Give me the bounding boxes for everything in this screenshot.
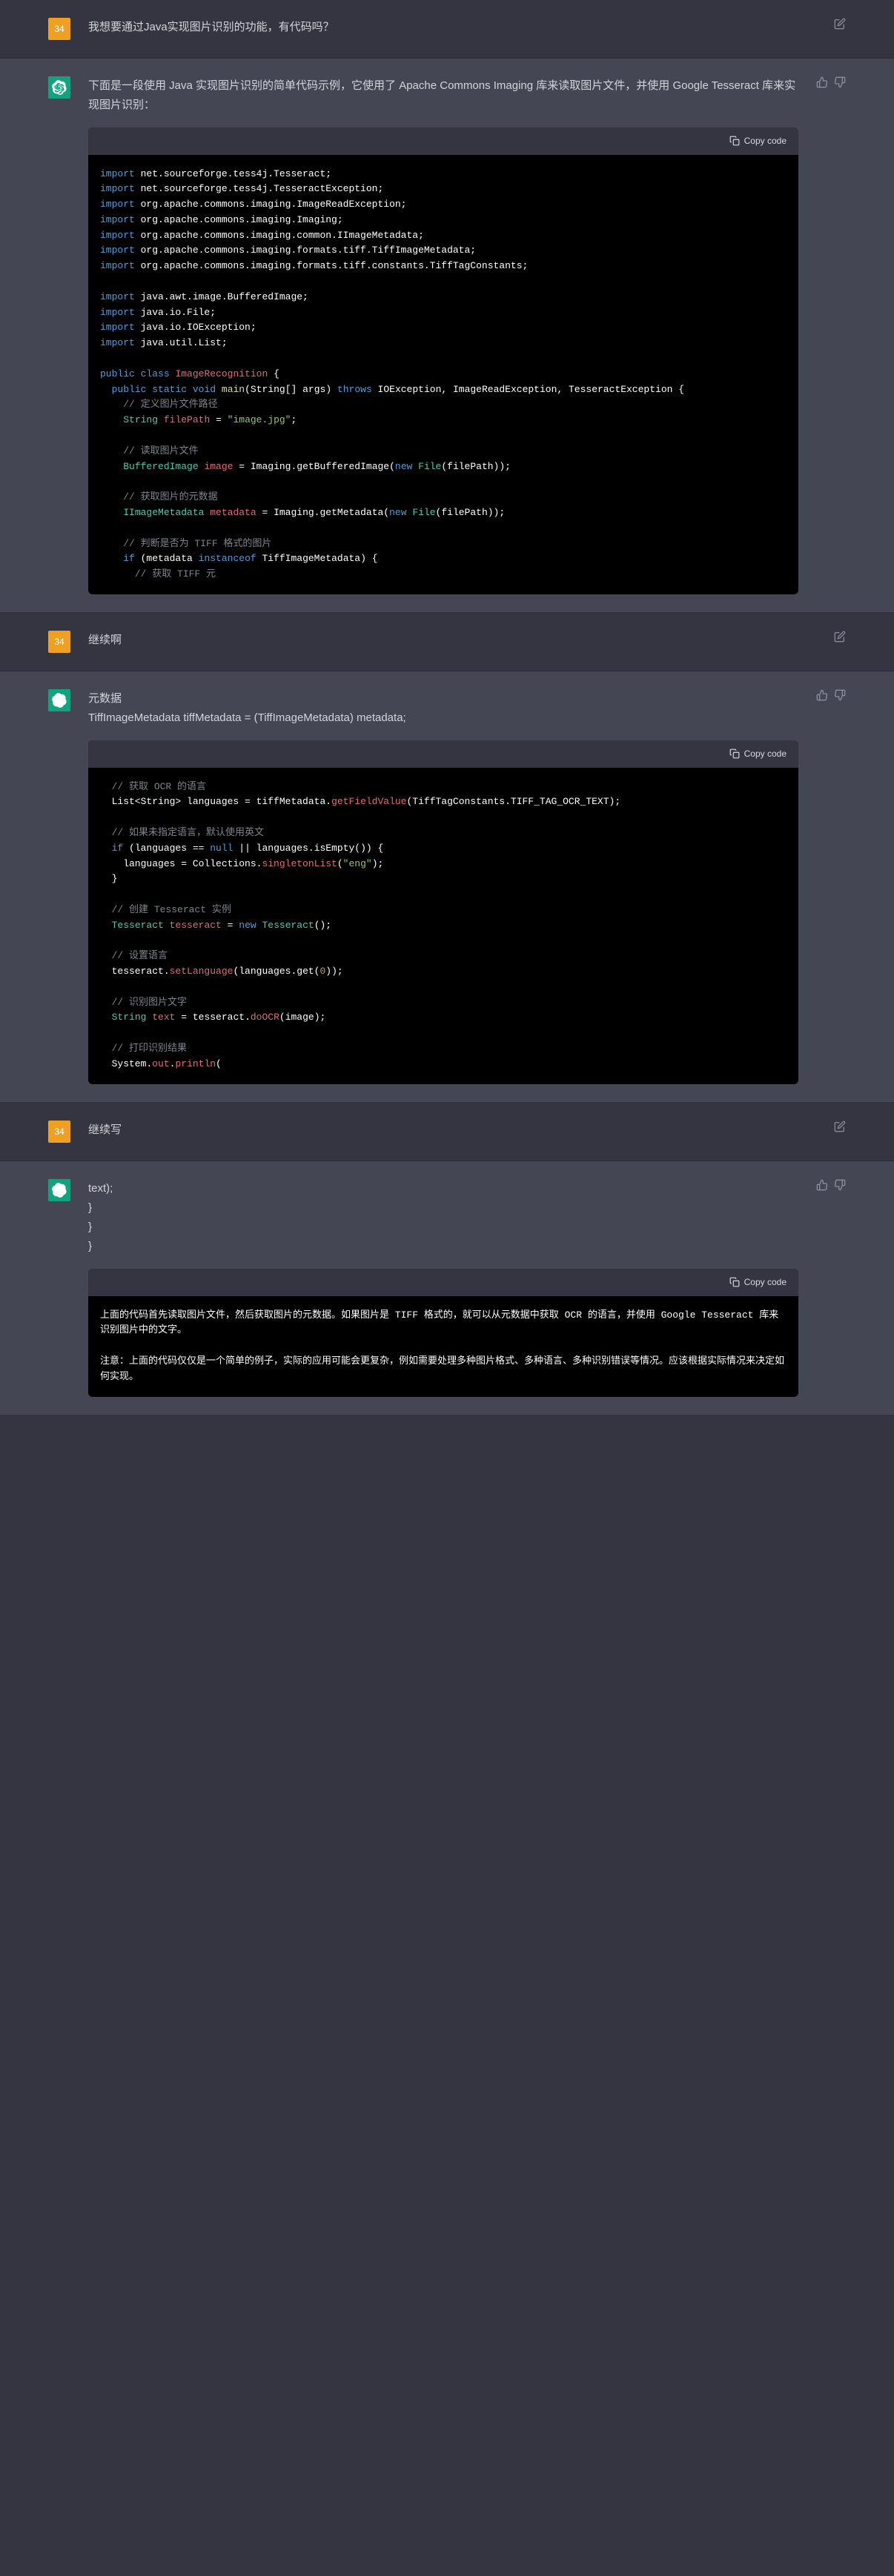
edit-icon[interactable]	[834, 1121, 846, 1132]
user-avatar: 34	[48, 1121, 70, 1143]
user-message: 34 我想要通过Java实现图片识别的功能，有代码吗？	[0, 0, 894, 59]
thumbs-up-icon[interactable]	[816, 689, 828, 701]
copy-label: Copy code	[744, 746, 787, 762]
thumbs-down-icon[interactable]	[834, 76, 846, 88]
thumbs-down-icon[interactable]	[834, 1179, 846, 1191]
assistant-message: text); } } } Copy code 上面的代码首先读取图片文件，然后获…	[0, 1161, 894, 1415]
copy-button[interactable]: Copy code	[729, 746, 787, 762]
thumbs-up-icon[interactable]	[816, 76, 828, 88]
clipboard-icon	[729, 748, 740, 759]
user-message: 34 继续写	[0, 1103, 894, 1161]
assistant-avatar	[48, 689, 70, 711]
assistant-intro-line2: TiffImageMetadata tiffMetadata = (TiffIm…	[88, 708, 798, 728]
user-message: 34 继续啊	[0, 613, 894, 671]
message-text: 继续啊	[88, 631, 816, 650]
assistant-message: 下面是一段使用 Java 实现图片识别的简单代码示例，它使用了 Apache C…	[0, 59, 894, 613]
copy-button[interactable]: Copy code	[729, 1275, 787, 1290]
edit-icon[interactable]	[834, 18, 846, 30]
assistant-avatar	[48, 1179, 70, 1201]
thumbs-down-icon[interactable]	[834, 689, 846, 701]
assistant-text: text); } } }	[88, 1179, 798, 1257]
code-content[interactable]: import net.sourceforge.tess4j.Tesseract;…	[88, 155, 798, 595]
clipboard-icon	[729, 1277, 740, 1287]
code-content[interactable]: 上面的代码首先读取图片文件，然后获取图片的元数据。如果图片是 TIFF 格式的，…	[88, 1296, 798, 1397]
assistant-avatar	[48, 76, 70, 99]
assistant-intro: 下面是一段使用 Java 实现图片识别的简单代码示例，它使用了 Apache C…	[88, 76, 798, 116]
copy-label: Copy code	[744, 133, 787, 149]
edit-icon[interactable]	[834, 631, 846, 643]
copy-button[interactable]: Copy code	[729, 133, 787, 149]
assistant-intro-line1: 元数据	[88, 689, 798, 708]
code-block: Copy code 上面的代码首先读取图片文件，然后获取图片的元数据。如果图片是…	[88, 1269, 798, 1397]
message-text: 我想要通过Java实现图片识别的功能，有代码吗？	[88, 18, 816, 37]
clipboard-icon	[729, 136, 740, 146]
code-content[interactable]: // 获取 OCR 的语言 List<String> languages = t…	[88, 768, 798, 1084]
user-avatar: 34	[48, 631, 70, 653]
message-text: 继续写	[88, 1121, 816, 1140]
assistant-message: 元数据 TiffImageMetadata tiffMetadata = (Ti…	[0, 671, 894, 1103]
copy-label: Copy code	[744, 1275, 787, 1290]
thumbs-up-icon[interactable]	[816, 1179, 828, 1191]
code-block: Copy code import net.sourceforge.tess4j.…	[88, 127, 798, 595]
user-avatar: 34	[48, 18, 70, 40]
code-block: Copy code // 获取 OCR 的语言 List<String> lan…	[88, 740, 798, 1084]
